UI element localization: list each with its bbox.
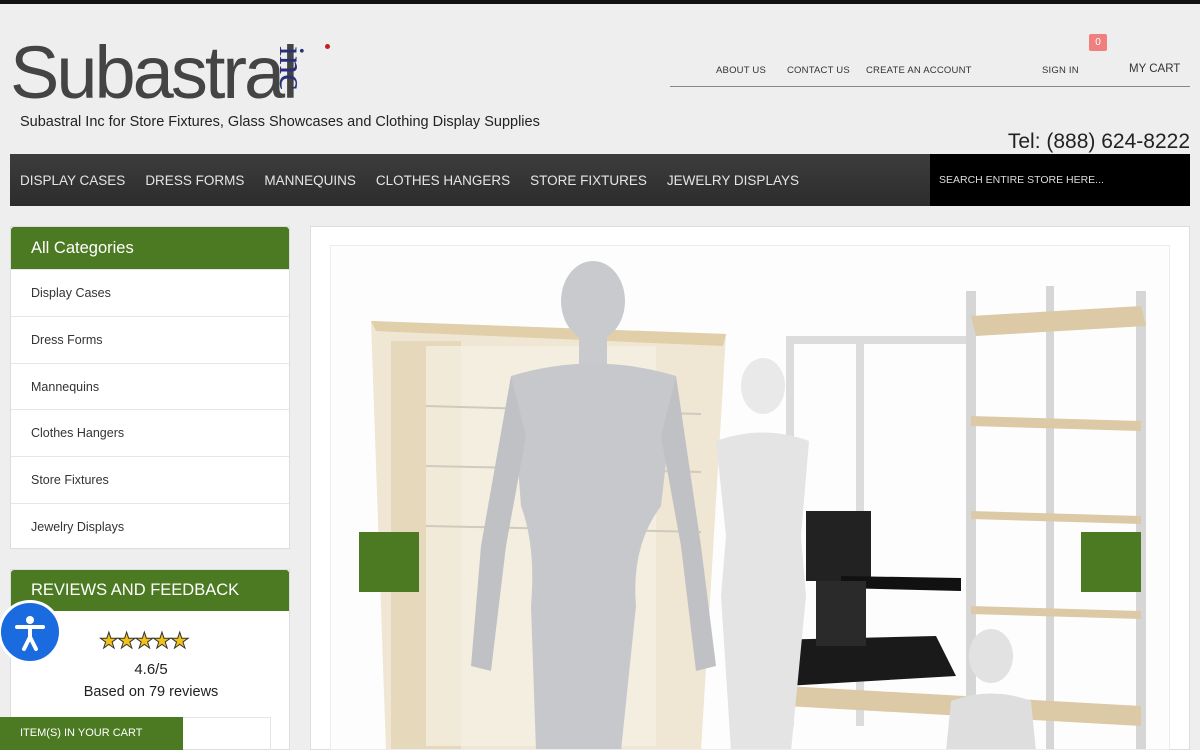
cart-items-bar[interactable]: ITEM(S) IN YOUR CART: [0, 717, 183, 750]
category-display-cases[interactable]: Display Cases: [11, 269, 289, 316]
sign-in-link[interactable]: SIGN IN: [1042, 65, 1079, 76]
hero-slide-image: [330, 245, 1170, 750]
nav-dress-forms[interactable]: DRESS FORMS: [145, 173, 244, 188]
search-input[interactable]: [930, 154, 1190, 206]
logo-wordmark: Subastral: [10, 31, 299, 114]
site-tagline: Subastral Inc for Store Fixtures, Glass …: [20, 114, 540, 130]
rating-value: 4.6/5: [134, 661, 168, 678]
phone-number: Tel: (888) 624-8222: [1007, 130, 1190, 153]
nav-clothes-hangers[interactable]: CLOTHES HANGERS: [376, 173, 510, 188]
top-border: [0, 0, 1200, 4]
category-store-fixtures[interactable]: Store Fixtures: [11, 456, 289, 503]
category-clothes-hangers[interactable]: Clothes Hangers: [11, 409, 289, 456]
top-links: ABOUT US CONTACT US CREATE AN ACCOUNT SI…: [670, 62, 1190, 87]
nav-display-cases[interactable]: DISPLAY CASES: [20, 173, 125, 188]
category-jewelry-displays[interactable]: Jewelry Displays: [11, 502, 289, 550]
logo-inc: inc: [272, 46, 312, 90]
logo-dot: [325, 44, 330, 49]
site-logo[interactable]: Subastral inc: [10, 31, 340, 114]
nav-jewelry-displays[interactable]: JEWELRY DISPLAYS: [667, 173, 799, 188]
create-account-link[interactable]: CREATE AN ACCOUNT: [866, 65, 972, 76]
about-us-link[interactable]: ABOUT US: [716, 65, 766, 76]
category-dress-forms[interactable]: Dress Forms: [11, 315, 289, 363]
contact-us-link[interactable]: CONTACT US: [787, 65, 850, 76]
review-card: [181, 717, 271, 750]
categories-title: All Categories: [11, 227, 289, 269]
categories-panel: All Categories Display Cases Dress Forms…: [10, 226, 290, 549]
my-cart-link[interactable]: MY CART: [1129, 63, 1180, 75]
star-rating-icon: ★★★★★: [99, 628, 191, 654]
category-mannequins[interactable]: Mannequins: [11, 362, 289, 410]
accessibility-icon[interactable]: [0, 600, 62, 664]
nav-mannequins[interactable]: MANNEQUINS: [264, 173, 356, 188]
slider-prev-arrow[interactable]: [359, 532, 419, 592]
review-count: Based on 79 reviews: [83, 684, 219, 700]
cart-count-badge: 0: [1089, 34, 1107, 51]
slider-next-arrow[interactable]: [1081, 532, 1141, 592]
nav-store-fixtures[interactable]: STORE FIXTURES: [530, 173, 647, 188]
